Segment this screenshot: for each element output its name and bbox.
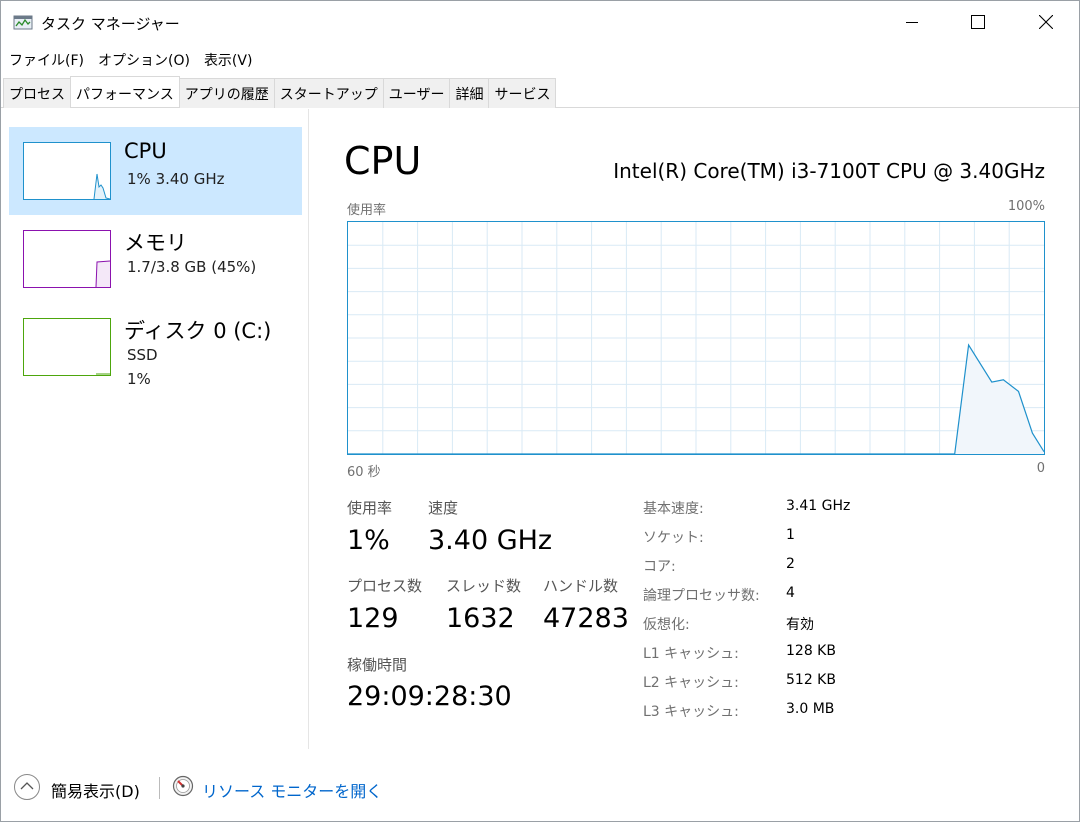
resource-monitor-icon[interactable] bbox=[172, 775, 194, 797]
info-value: 2 bbox=[786, 556, 795, 572]
menu-view[interactable]: 表示(V) bbox=[196, 45, 259, 73]
graph-x-start-label: 60 秒 bbox=[347, 465, 381, 480]
info-label: ソケット: bbox=[643, 530, 704, 546]
processes-value: 129 bbox=[347, 603, 399, 634]
info-value: 512 KB bbox=[786, 672, 836, 688]
sidebar-item-detail: 1% 3.40 GHz bbox=[127, 170, 225, 188]
cpu-usage-graph bbox=[347, 221, 1045, 455]
task-manager-window: タスク マネージャー ファイル(F) オプション(O) 表示(V) プロセス パ… bbox=[0, 0, 1080, 822]
info-label: コア: bbox=[643, 559, 676, 575]
tab-bar: プロセス パフォーマンス アプリの履歴 スタートアップ ユーザー 詳細 サービス bbox=[1, 76, 1079, 108]
disk-thumbnail-graph bbox=[23, 318, 111, 376]
sidebar-item-cpu[interactable]: CPU 1% 3.40 GHz bbox=[9, 127, 302, 215]
chevron-up-icon bbox=[20, 782, 34, 790]
open-resource-monitor-link[interactable]: リソース モニターを開く bbox=[202, 778, 382, 802]
tab-services[interactable]: サービス bbox=[488, 78, 557, 108]
window-title: タスク マネージャー bbox=[41, 15, 180, 33]
uptime-label: 稼働時間 bbox=[347, 656, 408, 674]
title-bar[interactable]: タスク マネージャー bbox=[1, 1, 1079, 43]
threads-value: 1632 bbox=[446, 603, 515, 634]
tab-app-history[interactable]: アプリの履歴 bbox=[178, 78, 275, 108]
resource-list: CPU 1% 3.40 GHz メモリ 1.7/3.8 GB (45%) ディス… bbox=[1, 109, 309, 749]
threads-label: スレッド数 bbox=[446, 577, 522, 595]
maximize-icon bbox=[971, 15, 985, 29]
sidebar-item-detail: 1% bbox=[127, 370, 151, 388]
footer-divider bbox=[159, 777, 160, 799]
task-manager-icon bbox=[13, 15, 33, 30]
cpu-model-name: Intel(R) Core(TM) i3-7100T CPU @ 3.40GHz bbox=[613, 159, 1045, 183]
info-value: 3.0 MB bbox=[786, 701, 835, 717]
cpu-thumbnail-graph bbox=[23, 142, 111, 200]
info-label: L2 キャッシュ: bbox=[643, 675, 739, 691]
menu-options[interactable]: オプション(O) bbox=[90, 45, 196, 73]
sidebar-item-detail: SSD bbox=[127, 346, 158, 364]
tab-performance[interactable]: パフォーマンス bbox=[70, 76, 180, 107]
info-label: 基本速度: bbox=[643, 501, 704, 517]
handles-value: 47283 bbox=[543, 603, 629, 634]
info-label: 論理プロセッサ数: bbox=[643, 588, 760, 604]
speed-label: 速度 bbox=[428, 499, 459, 517]
minimize-icon bbox=[906, 22, 918, 23]
fewer-details-button[interactable]: 簡易表示(D) bbox=[51, 778, 140, 802]
page-title: CPU bbox=[344, 139, 422, 183]
usage-value: 1% bbox=[347, 525, 390, 556]
tab-processes[interactable]: プロセス bbox=[3, 78, 71, 108]
info-value: 1 bbox=[786, 527, 795, 543]
uptime-value: 29:09:28:30 bbox=[347, 681, 512, 712]
sidebar-item-title: メモリ bbox=[124, 231, 187, 255]
menu-bar: ファイル(F) オプション(O) 表示(V) bbox=[1, 45, 258, 73]
usage-label: 使用率 bbox=[347, 499, 393, 517]
info-value: 4 bbox=[786, 585, 795, 601]
sidebar-item-title: CPU bbox=[124, 139, 167, 163]
info-value: 有効 bbox=[786, 617, 814, 633]
processes-label: プロセス数 bbox=[347, 577, 423, 595]
info-value: 128 KB bbox=[786, 643, 836, 659]
graph-y-max-label: 100% bbox=[1007, 199, 1045, 214]
handles-label: ハンドル数 bbox=[543, 577, 619, 595]
speed-value: 3.40 GHz bbox=[428, 525, 553, 556]
footer-bar: 簡易表示(D) リソース モニターを開く bbox=[1, 749, 1079, 821]
maximize-button[interactable] bbox=[945, 1, 1011, 43]
cpu-detail-panel: CPU Intel(R) Core(TM) i3-7100T CPU @ 3.4… bbox=[311, 109, 1079, 749]
sidebar-item-disk[interactable]: ディスク 0 (C:) SSD 1% bbox=[9, 303, 302, 391]
sidebar-item-detail: 1.7/3.8 GB (45%) bbox=[127, 258, 257, 276]
info-label: 仮想化: bbox=[643, 617, 690, 633]
fewer-details-toggle[interactable] bbox=[14, 774, 40, 800]
tab-users[interactable]: ユーザー bbox=[382, 78, 451, 108]
close-button[interactable] bbox=[1013, 1, 1079, 43]
tab-startup[interactable]: スタートアップ bbox=[273, 78, 384, 108]
sidebar-item-title: ディスク 0 (C:) bbox=[124, 319, 272, 343]
memory-thumbnail-graph bbox=[23, 230, 111, 288]
menu-file[interactable]: ファイル(F) bbox=[1, 45, 90, 73]
minimize-button[interactable] bbox=[879, 1, 945, 43]
graph-y-label: 使用率 bbox=[347, 203, 387, 218]
info-label: L1 キャッシュ: bbox=[643, 646, 739, 662]
sidebar-item-memory[interactable]: メモリ 1.7/3.8 GB (45%) bbox=[9, 215, 302, 303]
info-label: L3 キャッシュ: bbox=[643, 704, 739, 720]
close-icon bbox=[1039, 15, 1053, 29]
info-value: 3.41 GHz bbox=[786, 498, 851, 514]
graph-x-end-label: 0 bbox=[1036, 461, 1045, 476]
tab-details[interactable]: 詳細 bbox=[449, 78, 490, 108]
